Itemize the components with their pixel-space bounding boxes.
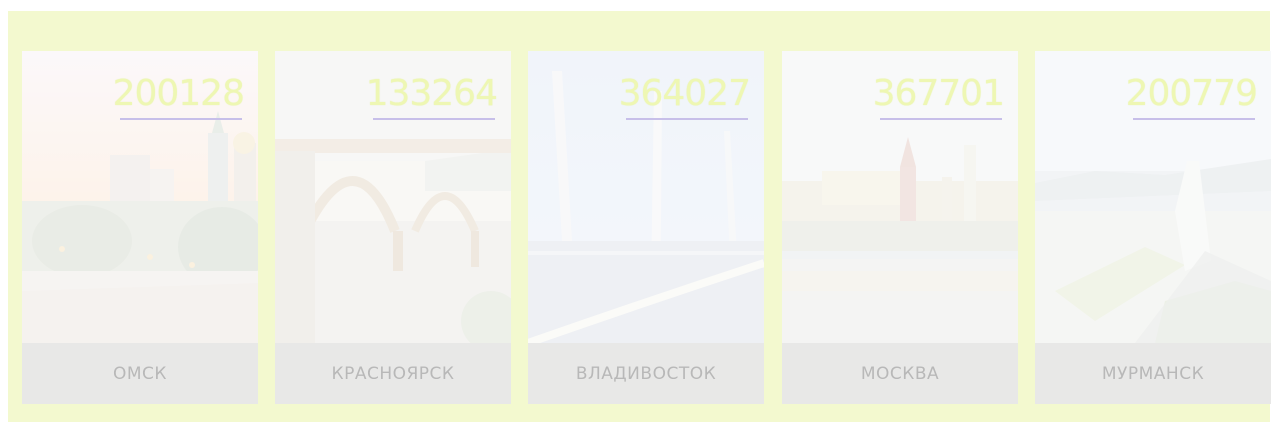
value-underline — [626, 118, 748, 120]
city-name: ОМСК — [113, 363, 167, 384]
city-card-vladivostok[interactable]: 364027 ВЛАДИВОСТОК — [528, 51, 764, 404]
city-name: ВЛАДИВОСТОК — [575, 363, 717, 384]
city-card-krasnoyarsk[interactable]: 133264 КРАСНОЯРСК — [275, 51, 511, 404]
city-value: 367701 — [872, 73, 1005, 114]
value-underline — [880, 118, 1002, 120]
city-name: МУРМАНСК — [1101, 363, 1205, 384]
city-value: 364027 — [618, 73, 751, 114]
city-value: 200779 — [1125, 73, 1258, 114]
city-name: КРАСНОЯРСК — [331, 363, 455, 384]
city-cards-panel: 200128 ОМСК 133264 КРАСНОЯРСК 364027 ВЛА… — [8, 11, 1271, 422]
city-label-band: КРАСНОЯРСК — [275, 343, 511, 404]
city-card-murmansk[interactable]: 200779 МУРМАНСК — [1035, 51, 1271, 404]
city-label-band: ВЛАДИВОСТОК — [528, 343, 764, 404]
value-underline — [1133, 118, 1255, 120]
city-label-band: МОСКВА — [782, 343, 1018, 404]
value-underline — [373, 118, 495, 120]
city-label-band: МУРМАНСК — [1035, 343, 1271, 404]
city-label-band: ОМСК — [22, 343, 258, 404]
city-value: 133264 — [365, 73, 498, 114]
city-name: МОСКВА — [860, 363, 940, 384]
city-value: 200128 — [112, 73, 245, 114]
value-underline — [120, 118, 242, 120]
city-card-moskva[interactable]: 367701 МОСКВА — [782, 51, 1018, 404]
city-card-omsk[interactable]: 200128 ОМСК — [22, 51, 258, 404]
